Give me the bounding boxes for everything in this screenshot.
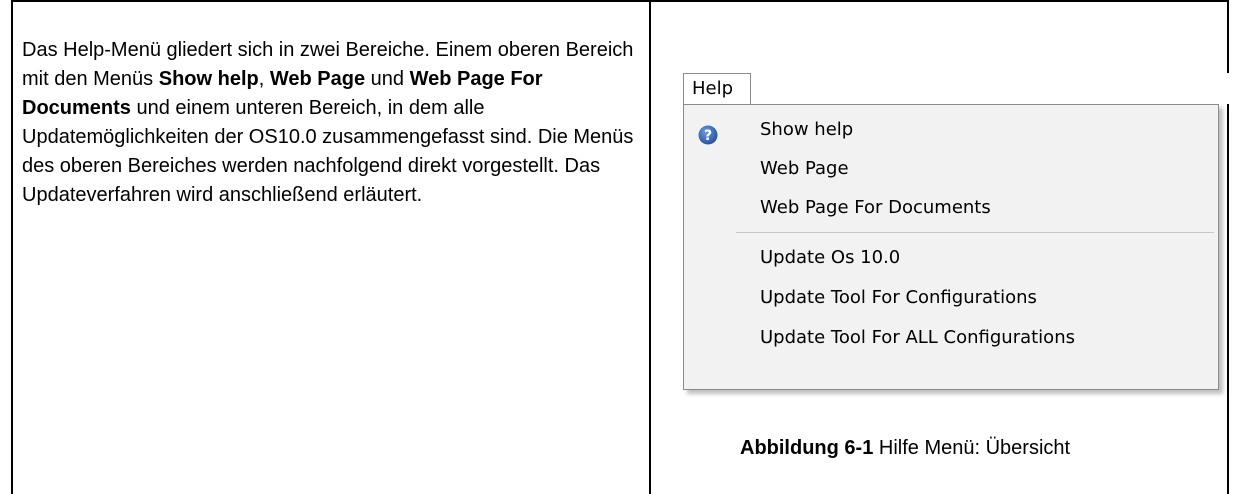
body-bold-show-help: Show help: [158, 68, 259, 90]
menu-item-update-tool-all-configurations[interactable]: Update Tool For ALL Configurations: [684, 319, 1218, 357]
menu-item-show-help[interactable]: ? Show help: [684, 111, 1218, 149]
menu-item-label: Show help: [760, 119, 854, 140]
body-text-2: ,: [258, 68, 270, 90]
body-paragraph: Das Help-Menü gliedert sich in zwei Bere…: [22, 36, 634, 210]
menu-help-title[interactable]: Help: [683, 73, 751, 105]
body-bold-web-page: Web Page: [269, 68, 366, 90]
caption-text: Hilfe Menü: Übersicht: [873, 437, 1071, 459]
menu-item-label: Update Tool For Configurations: [760, 287, 1037, 308]
menu-item-label: Update Tool For ALL Configurations: [760, 327, 1075, 348]
menu-item-update-tool-configurations[interactable]: Update Tool For Configurations: [684, 279, 1218, 317]
menu-item-web-page[interactable]: Web Page: [684, 150, 1218, 188]
menubar: [751, 73, 1231, 104]
menu-item-label: Update Os 10.0: [760, 247, 901, 268]
menu-separator: [736, 232, 1214, 233]
menu-item-label: Web Page: [760, 158, 849, 179]
menu-item-web-page-documents[interactable]: Web Page For Documents: [684, 189, 1218, 227]
svg-text:?: ?: [704, 128, 712, 144]
menu-item-label: Web Page For Documents: [760, 197, 991, 218]
help-dropdown: ? Show help Web Page Web Page For Docume…: [683, 104, 1219, 390]
body-text-3: und: [365, 68, 410, 90]
menu-item-update-os[interactable]: Update Os 10.0: [684, 239, 1218, 277]
caption-number: Abbildung 6-1: [740, 437, 874, 459]
figure-caption: Abbildung 6-1 Hilfe Menü: Übersicht: [740, 434, 1220, 462]
help-menu-screenshot: Help ? Show help Web Page Web Page For D…: [683, 73, 1231, 393]
help-question-icon: ?: [698, 121, 718, 145]
